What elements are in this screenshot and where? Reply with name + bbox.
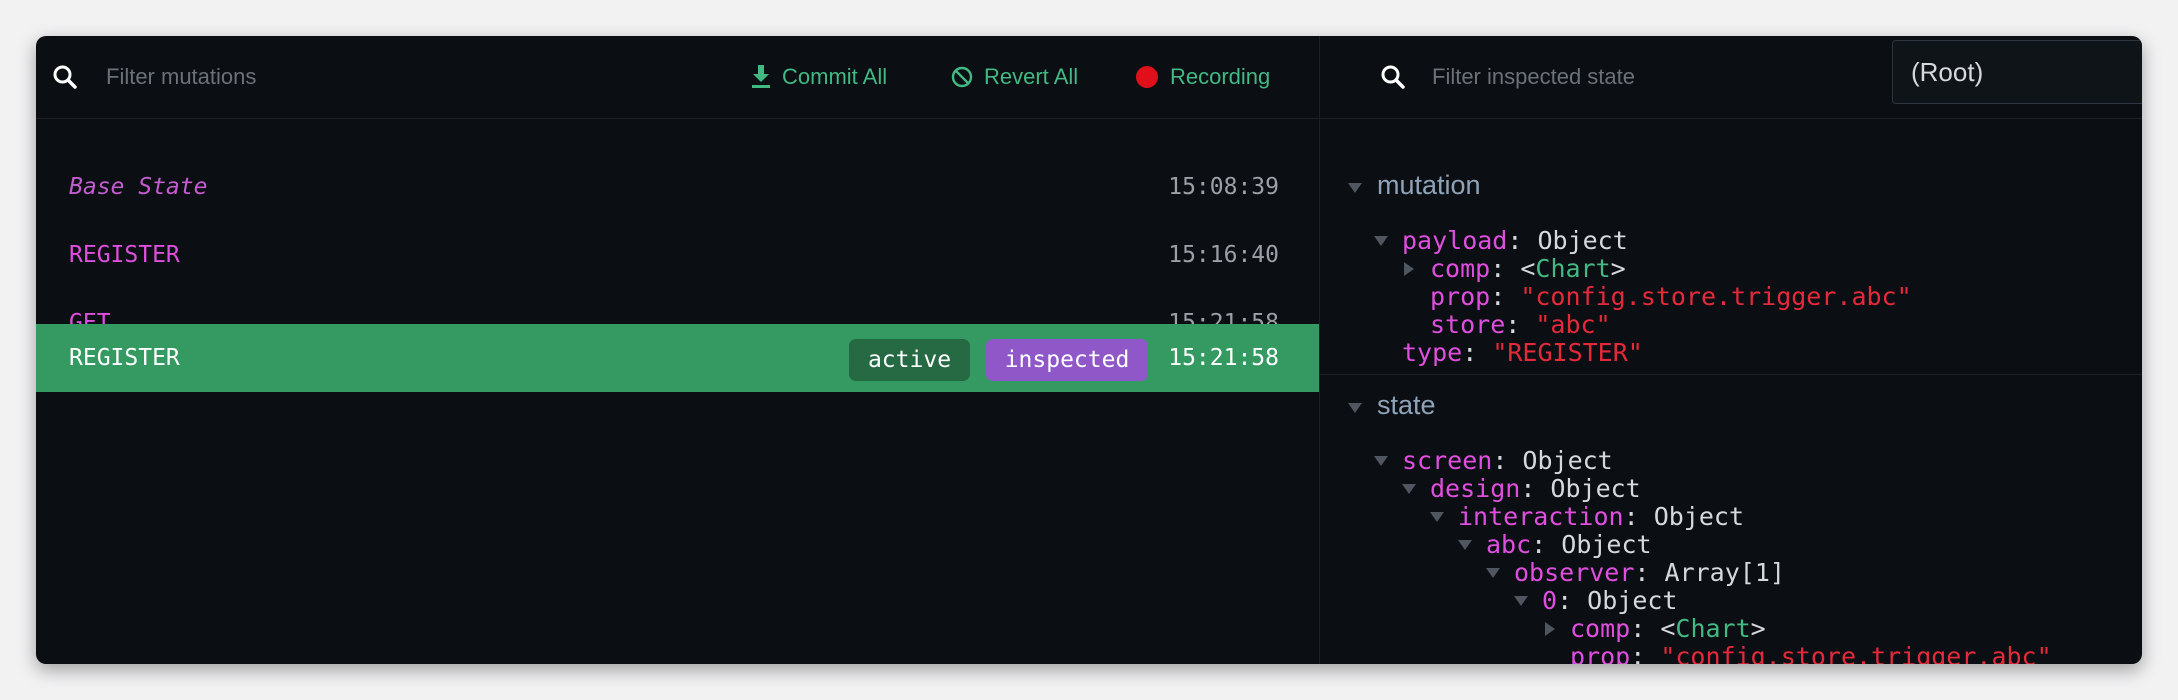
- tree-node-abc[interactable]: abc: Object: [1320, 531, 2142, 559]
- block-icon: [951, 66, 973, 88]
- mutation-time: 15:08:39: [1168, 174, 1279, 200]
- collapse-arrow-icon[interactable]: [1458, 540, 1472, 550]
- tree-value-bracket: >: [1610, 254, 1626, 283]
- tree-node-comp[interactable]: comp: <Chart>: [1320, 255, 2142, 283]
- tree-key: observer: [1514, 558, 1635, 587]
- commit-all-button[interactable]: Commit All: [750, 56, 887, 98]
- collapse-arrow-icon[interactable]: [1430, 512, 1444, 522]
- tree-value: Object: [1550, 474, 1641, 503]
- tree-value-bracket: <: [1660, 614, 1676, 643]
- download-icon: [752, 65, 770, 88]
- state-inspector-panel: Filter inspected state (Root) mutation p…: [1320, 36, 2142, 664]
- recording-toggle[interactable]: Recording: [1134, 56, 1270, 98]
- active-badge: active: [849, 339, 970, 381]
- tree-node-text: 0: Object: [1542, 586, 1678, 615]
- tree-node-text: payload: Object: [1402, 226, 1628, 255]
- collapse-arrow-icon[interactable]: [1348, 403, 1362, 413]
- search-icon: [53, 65, 77, 89]
- section-title-mutation[interactable]: mutation: [1377, 170, 1481, 201]
- expand-arrow-icon[interactable]: [1404, 262, 1414, 276]
- tree-node-text: comp: <Chart>: [1570, 614, 1766, 643]
- filter-state-input[interactable]: Filter inspected state: [1432, 60, 1635, 94]
- tree-node-text: design: Object: [1430, 474, 1641, 503]
- tree-node-text: comp: <Chart>: [1430, 254, 1626, 283]
- tree-node-text: screen: Object: [1402, 446, 1613, 475]
- tree-value: "abc": [1535, 310, 1611, 339]
- collapse-arrow-icon[interactable]: [1374, 236, 1388, 246]
- tree-node-text: interaction: Object: [1458, 502, 1744, 531]
- tree-value: Object: [1537, 226, 1628, 255]
- tree-node-observer[interactable]: observer: Array[1]: [1320, 559, 2142, 587]
- collapse-arrow-icon[interactable]: [1514, 596, 1528, 606]
- tree-key: type: [1402, 338, 1463, 367]
- collapse-arrow-icon[interactable]: [1374, 456, 1388, 466]
- mutation-name: REGISTER: [69, 345, 180, 371]
- mutation-time: 15:16:40: [1168, 242, 1279, 268]
- tree-node-payload[interactable]: payload: Object: [1320, 227, 2142, 255]
- tree-node-store: store: "abc": [1430, 310, 1611, 339]
- revert-all-button[interactable]: Revert All: [950, 56, 1078, 98]
- tree-node-index-0[interactable]: 0: Object: [1320, 587, 2142, 615]
- mutations-toolbar: Filter mutations Commit All Revert All R…: [36, 36, 1319, 119]
- collapse-arrow-icon[interactable]: [1486, 568, 1500, 578]
- mutation-name: REGISTER: [69, 242, 180, 268]
- tree-key: screen: [1402, 446, 1493, 475]
- mutation-name: Base State: [69, 174, 208, 200]
- tree-value-component: Chart: [1675, 614, 1751, 643]
- tree-key: prop: [1430, 282, 1491, 311]
- collapse-arrow-icon[interactable]: [1402, 484, 1416, 494]
- tree-key: design: [1430, 474, 1521, 503]
- tree-value: "REGISTER": [1492, 338, 1643, 367]
- tree-key: prop: [1570, 642, 1631, 665]
- tree-node-comp[interactable]: comp: <Chart>: [1320, 615, 2142, 643]
- tree-value: Object: [1522, 446, 1613, 475]
- tree-key: comp: [1430, 254, 1491, 283]
- mutation-item-selected[interactable]: REGISTER active inspected 15:21:58: [36, 324, 1319, 392]
- collapse-arrow-icon[interactable]: [1348, 183, 1362, 193]
- tree-node-prop: prop: "config.store.trigger.abc": [1430, 282, 1912, 311]
- tree-node-type: type: "REGISTER": [1402, 338, 1643, 367]
- state-toolbar: Filter inspected state (Root): [1320, 36, 2142, 119]
- tree-node-interaction[interactable]: interaction: Object: [1320, 503, 2142, 531]
- tree-key: payload: [1402, 226, 1508, 255]
- tree-key: 0: [1542, 586, 1558, 615]
- search-icon: [1381, 65, 1405, 89]
- inspected-badge: inspected: [986, 339, 1148, 381]
- revert-all-label: Revert All: [984, 64, 1079, 89]
- tree-value: Object: [1561, 530, 1652, 559]
- tree-node-screen[interactable]: screen: Object: [1320, 447, 2142, 475]
- root-select-value: (Root): [1911, 57, 1984, 87]
- tree-value: Object: [1587, 586, 1678, 615]
- section-title-state[interactable]: state: [1377, 390, 1436, 421]
- tree-node-design[interactable]: design: Object: [1320, 475, 2142, 503]
- mutations-panel: Filter mutations Commit All Revert All R…: [36, 36, 1319, 664]
- record-icon: [1136, 66, 1158, 88]
- tree-value: "config.store.trigger.abc": [1520, 282, 1912, 311]
- tree-key: store: [1430, 310, 1506, 339]
- mutation-item[interactable]: REGISTER 15:16:40: [36, 221, 1319, 289]
- tree-key: abc: [1486, 530, 1532, 559]
- commit-all-label: Commit All: [782, 64, 888, 89]
- tree-value: Array[1]: [1664, 558, 1785, 587]
- expand-arrow-icon[interactable]: [1545, 622, 1555, 636]
- tree-value-bracket: >: [1750, 614, 1766, 643]
- tree-node-prop: prop: "config.store.trigger.abc": [1570, 642, 2052, 665]
- mutation-item-base-state[interactable]: Base State 15:08:39: [36, 153, 1319, 221]
- tree-value-component: Chart: [1535, 254, 1611, 283]
- tree-value: "config.store.trigger.abc": [1660, 642, 2052, 665]
- recording-label: Recording: [1170, 64, 1271, 89]
- section-divider: [1320, 374, 2142, 375]
- mutation-time: 15:21:58: [1168, 345, 1279, 371]
- vue-devtools-vuex-window: Filter mutations Commit All Revert All R…: [36, 36, 2142, 664]
- tree-node-text: observer: Array[1]: [1514, 558, 1785, 587]
- tree-key: interaction: [1458, 502, 1624, 531]
- tree-node-text: abc: Object: [1486, 530, 1652, 559]
- tree-value-bracket: <: [1520, 254, 1536, 283]
- tree-value: Object: [1653, 502, 1744, 531]
- root-select[interactable]: (Root): [1892, 40, 2142, 104]
- filter-mutations-input[interactable]: Filter mutations: [106, 60, 256, 94]
- tree-key: comp: [1570, 614, 1631, 643]
